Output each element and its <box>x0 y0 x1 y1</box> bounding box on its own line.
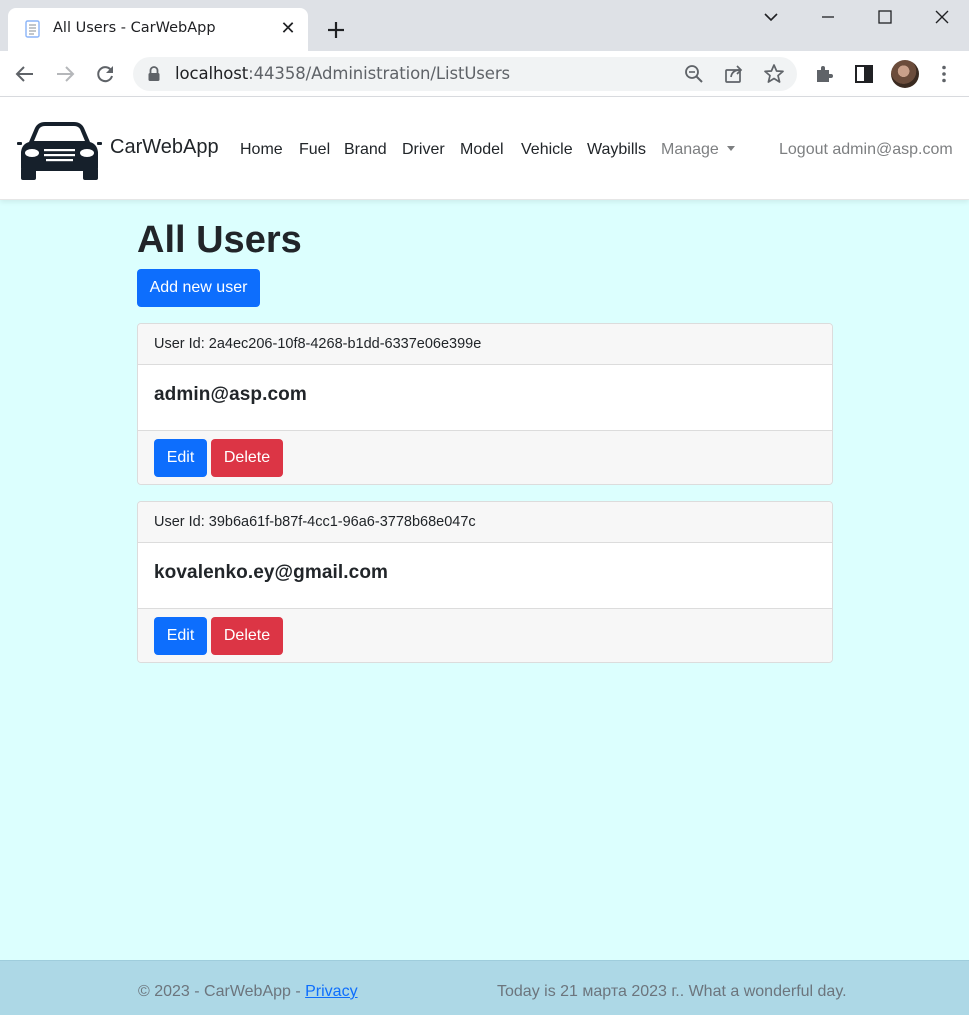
brand-link[interactable]: CarWebApp <box>110 136 219 159</box>
nav-manage-label: Manage <box>661 141 719 158</box>
nav-vehicle[interactable]: Vehicle <box>521 141 573 159</box>
forward-arrow-icon[interactable] <box>54 63 76 85</box>
user-email: admin@asp.com <box>154 384 307 405</box>
user-card-body: kovalenko.ey@gmail.com <box>138 543 832 608</box>
user-card-header: User Id: 2a4ec206-10f8-4268-b1dd-6337e06… <box>138 324 832 365</box>
lock-icon[interactable] <box>147 66 161 82</box>
document-icon <box>25 20 40 38</box>
user-id-label: User Id: 39b6a61f-b87f-4cc1-96a6-3778b68… <box>154 514 476 530</box>
user-card-header: User Id: 39b6a61f-b87f-4cc1-96a6-3778b68… <box>138 502 832 543</box>
new-tab-icon[interactable] <box>323 17 349 43</box>
user-card-footer: Edit Delete <box>138 430 832 484</box>
side-panel-icon[interactable] <box>853 63 875 85</box>
footer-message: Today is 21 марта 2023 г.. What a wonder… <box>497 983 847 1000</box>
nav-brand[interactable]: Brand <box>344 141 387 159</box>
footer-copyright: © 2023 - CarWebApp - Privacy <box>138 983 358 1001</box>
close-window-icon[interactable] <box>922 4 962 32</box>
nav-waybills[interactable]: Waybills <box>587 141 646 159</box>
car-logo-icon[interactable] <box>17 116 102 182</box>
nav-fuel[interactable]: Fuel <box>299 141 330 159</box>
nav-home[interactable]: Home <box>240 141 283 159</box>
bookmark-star-icon[interactable] <box>763 63 785 85</box>
browser-tab[interactable]: All Users - CarWebApp ✕ <box>8 8 308 51</box>
url-path: :44358/Administration/ListUsers <box>248 64 511 83</box>
url-host: localhost <box>175 64 249 83</box>
extensions-puzzle-icon[interactable] <box>813 63 835 85</box>
nav-model[interactable]: Model <box>460 141 504 159</box>
browser-tabstrip: All Users - CarWebApp ✕ <box>0 0 969 51</box>
back-arrow-icon[interactable] <box>14 63 36 85</box>
delete-user-button[interactable]: Delete <box>211 617 283 655</box>
address-bar[interactable]: localhost:44358/Administration/ListUsers <box>133 57 797 91</box>
user-id-label: User Id: 2a4ec206-10f8-4268-b1dd-6337e06… <box>154 336 482 352</box>
user-card-footer: Edit Delete <box>138 608 832 662</box>
privacy-link[interactable]: Privacy <box>305 983 357 1000</box>
delete-user-button[interactable]: Delete <box>211 439 283 477</box>
tab-title: All Users - CarWebApp <box>53 20 216 36</box>
more-menu-icon[interactable] <box>933 63 955 85</box>
user-card: User Id: 39b6a61f-b87f-4cc1-96a6-3778b68… <box>137 501 833 663</box>
close-tab-icon[interactable]: ✕ <box>278 18 298 38</box>
maximize-icon[interactable] <box>865 4 905 32</box>
add-new-user-button[interactable]: Add new user <box>137 269 260 307</box>
edit-user-button[interactable]: Edit <box>154 439 207 477</box>
share-icon[interactable] <box>723 63 745 85</box>
caret-down-icon <box>726 146 735 151</box>
nav-driver[interactable]: Driver <box>402 141 445 159</box>
browser-toolbar: localhost:44358/Administration/ListUsers <box>0 51 969 97</box>
user-card-body: admin@asp.com <box>138 365 832 430</box>
profile-avatar[interactable] <box>891 60 919 88</box>
site-footer: © 2023 - CarWebApp - Privacy Today is 21… <box>0 960 969 1015</box>
page-title: All Users <box>137 219 302 261</box>
edit-user-button[interactable]: Edit <box>154 617 207 655</box>
zoom-icon[interactable] <box>683 63 705 85</box>
site-navbar: CarWebApp Home Fuel Brand Driver Model V… <box>0 97 969 200</box>
user-email: kovalenko.ey@gmail.com <box>154 562 389 583</box>
logout-link[interactable]: Logout admin@asp.com <box>779 141 953 159</box>
tab-search-chevron-icon[interactable] <box>752 4 792 32</box>
url-text[interactable]: localhost:44358/Administration/ListUsers <box>175 64 510 83</box>
reload-icon[interactable] <box>94 63 116 85</box>
user-card: User Id: 2a4ec206-10f8-4268-b1dd-6337e06… <box>137 323 833 485</box>
minimize-icon[interactable] <box>808 4 848 32</box>
copyright-text: © 2023 - CarWebApp - <box>138 983 306 1000</box>
nav-manage-dropdown[interactable]: Manage <box>661 141 735 159</box>
